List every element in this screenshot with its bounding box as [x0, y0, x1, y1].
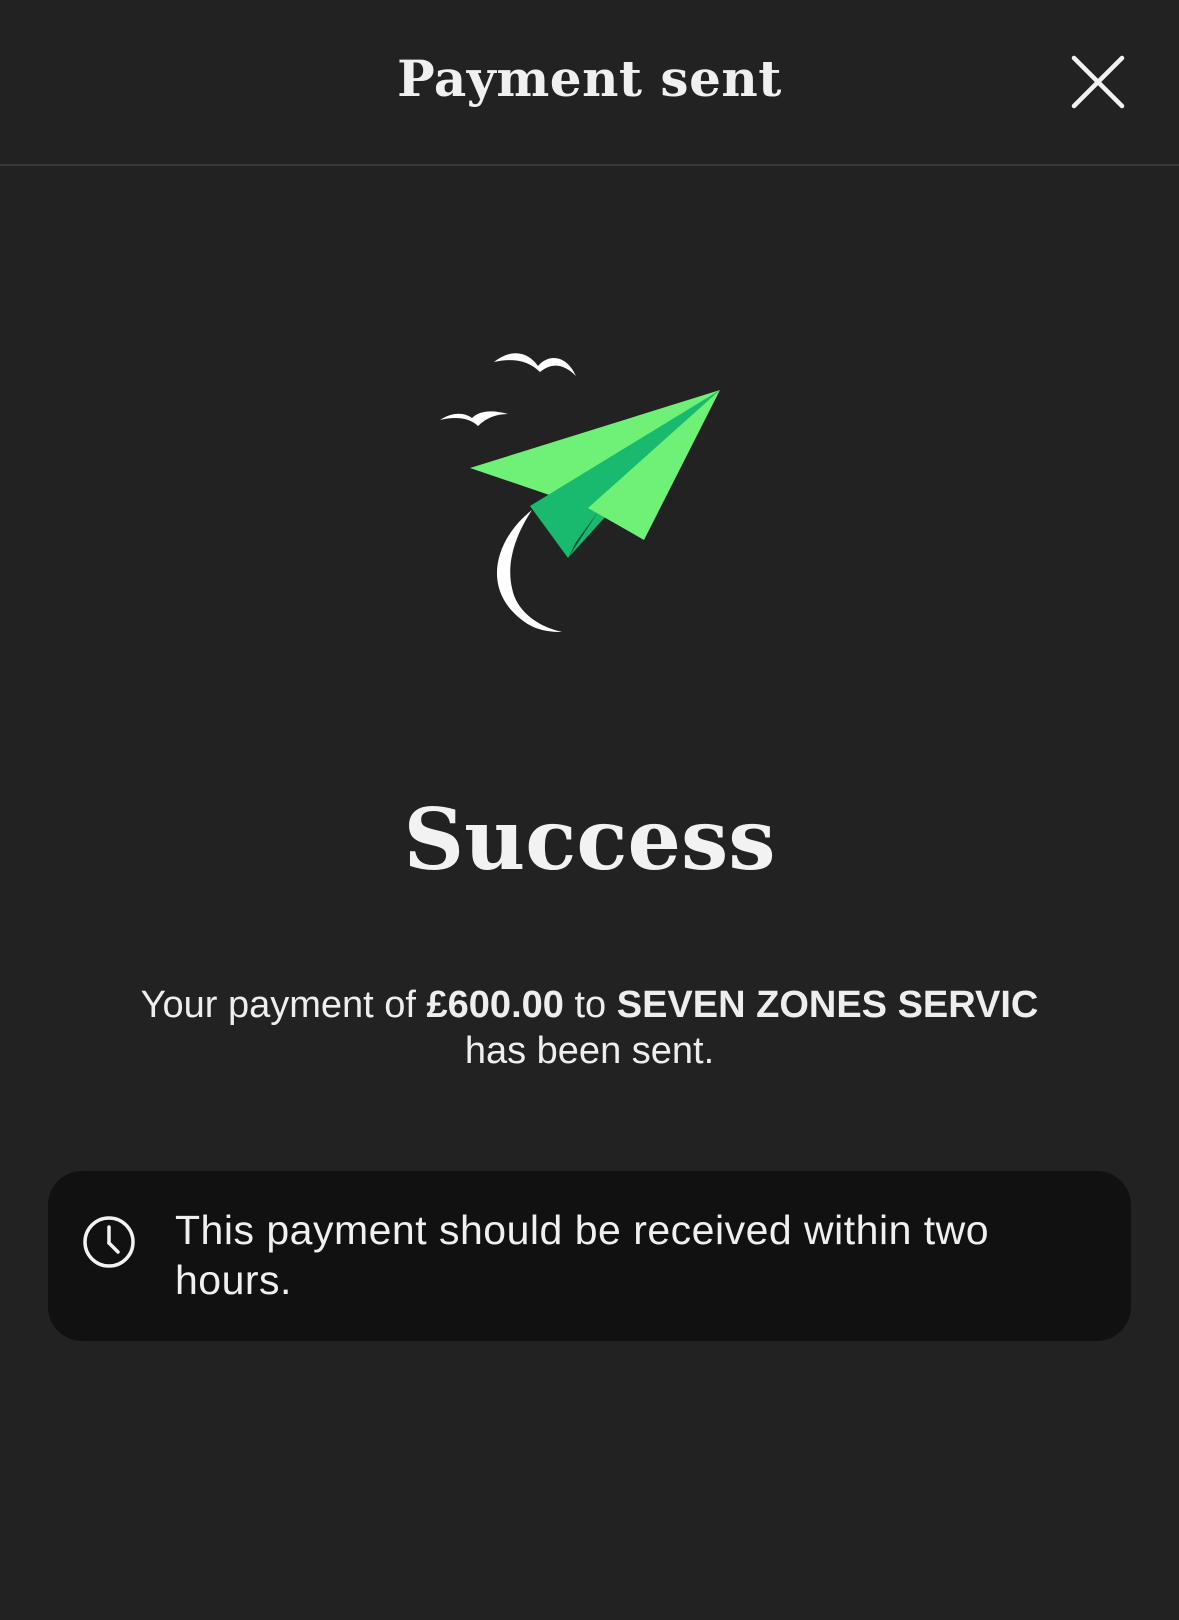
page-title: Payment sent [397, 49, 782, 108]
header: Payment sent [0, 0, 1179, 166]
bird-icon [494, 353, 576, 376]
message-prefix: Your payment of [140, 984, 427, 1026]
clock-icon [82, 1215, 136, 1269]
paper-plane-illustration [420, 330, 740, 650]
delivery-info-card: This payment should be received within t… [48, 1171, 1131, 1341]
close-icon [1071, 55, 1125, 109]
recipient-name: SEVEN ZONES SERVIC [616, 984, 1039, 1026]
message-suffix: has been sent. [464, 1030, 715, 1072]
message-middle: to [563, 984, 617, 1026]
payment-amount: £600.00 [426, 984, 564, 1026]
bird-icon [440, 411, 508, 426]
close-button[interactable] [1066, 50, 1130, 114]
confirmation-message: Your payment of £600.00 to SEVEN ZONES S… [40, 982, 1139, 1074]
delivery-info-text: This payment should be received within t… [175, 1207, 990, 1303]
payment-sent-sheet: Payment sent Success Your payment of £60… [0, 0, 1179, 1620]
success-title: Success [403, 790, 776, 889]
